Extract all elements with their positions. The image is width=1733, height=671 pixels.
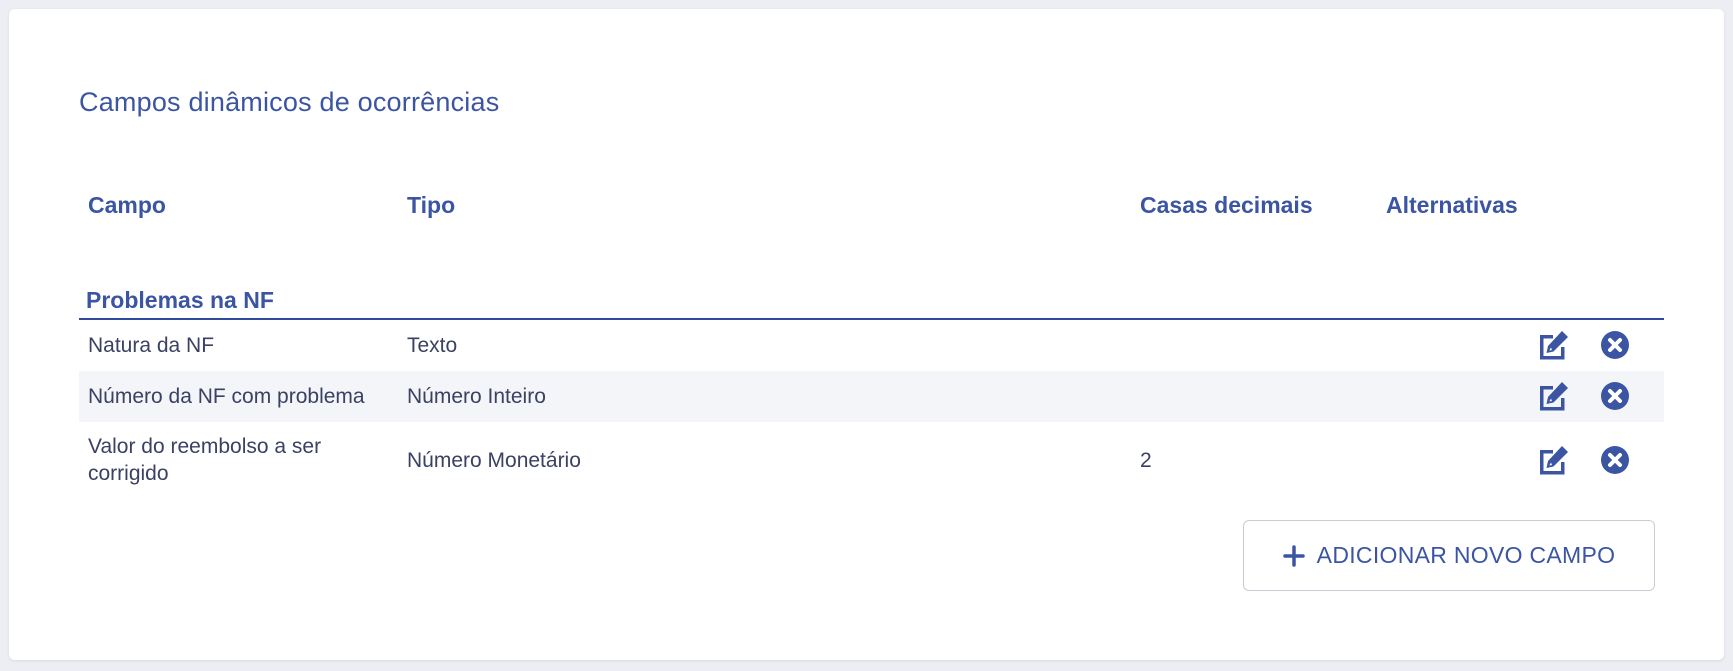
close-circle-icon — [1601, 331, 1629, 359]
column-header-casas-decimais: Casas decimais — [1140, 192, 1313, 218]
cell-tipo: Número Monetário — [407, 449, 581, 472]
cell-campo: Natura da NF — [88, 334, 215, 357]
cell-tipo: Número Inteiro — [407, 385, 546, 408]
page-title: Campos dinâmicos de ocorrências — [79, 87, 500, 117]
edit-button[interactable] — [1536, 379, 1570, 413]
add-new-field-label: ADICIONAR NOVO CAMPO — [1316, 542, 1616, 568]
plus-icon — [1282, 544, 1305, 567]
column-header-alternativas: Alternativas — [1386, 192, 1518, 218]
cell-campo: Número da NF com problema — [88, 385, 365, 408]
cell-campo-line: Valor do reembolso a ser — [88, 435, 322, 458]
group-title: Problemas na NF — [86, 287, 274, 313]
close-circle-icon — [1601, 382, 1629, 410]
column-header-tipo: Tipo — [407, 192, 456, 218]
cell-campo-line: corrigido — [88, 462, 169, 485]
delete-button[interactable] — [1598, 443, 1632, 477]
dynamic-fields-card: Campos dinâmicos de ocorrências Campo Ti… — [9, 9, 1724, 660]
edit-icon — [1540, 331, 1568, 360]
table-row: Valor do reembolso a ser corrigido Númer… — [79, 422, 1664, 499]
delete-button[interactable] — [1598, 379, 1632, 413]
table-row: Número da NF com problema Número Inteiro — [79, 371, 1664, 422]
column-header-campo: Campo — [88, 192, 166, 218]
cell-casas-decimais: 2 — [1140, 449, 1152, 472]
edit-button[interactable] — [1536, 328, 1570, 362]
edit-button[interactable] — [1536, 443, 1570, 477]
close-circle-icon — [1601, 446, 1629, 474]
edit-icon — [1540, 382, 1568, 411]
cell-campo: Valor do reembolso a ser corrigido — [88, 433, 321, 487]
edit-icon — [1540, 446, 1568, 475]
cell-tipo: Texto — [407, 334, 458, 357]
add-new-field-button[interactable]: ADICIONAR NOVO CAMPO — [1243, 520, 1655, 591]
delete-button[interactable] — [1598, 328, 1632, 362]
table-row: Natura da NF Texto — [79, 320, 1664, 371]
